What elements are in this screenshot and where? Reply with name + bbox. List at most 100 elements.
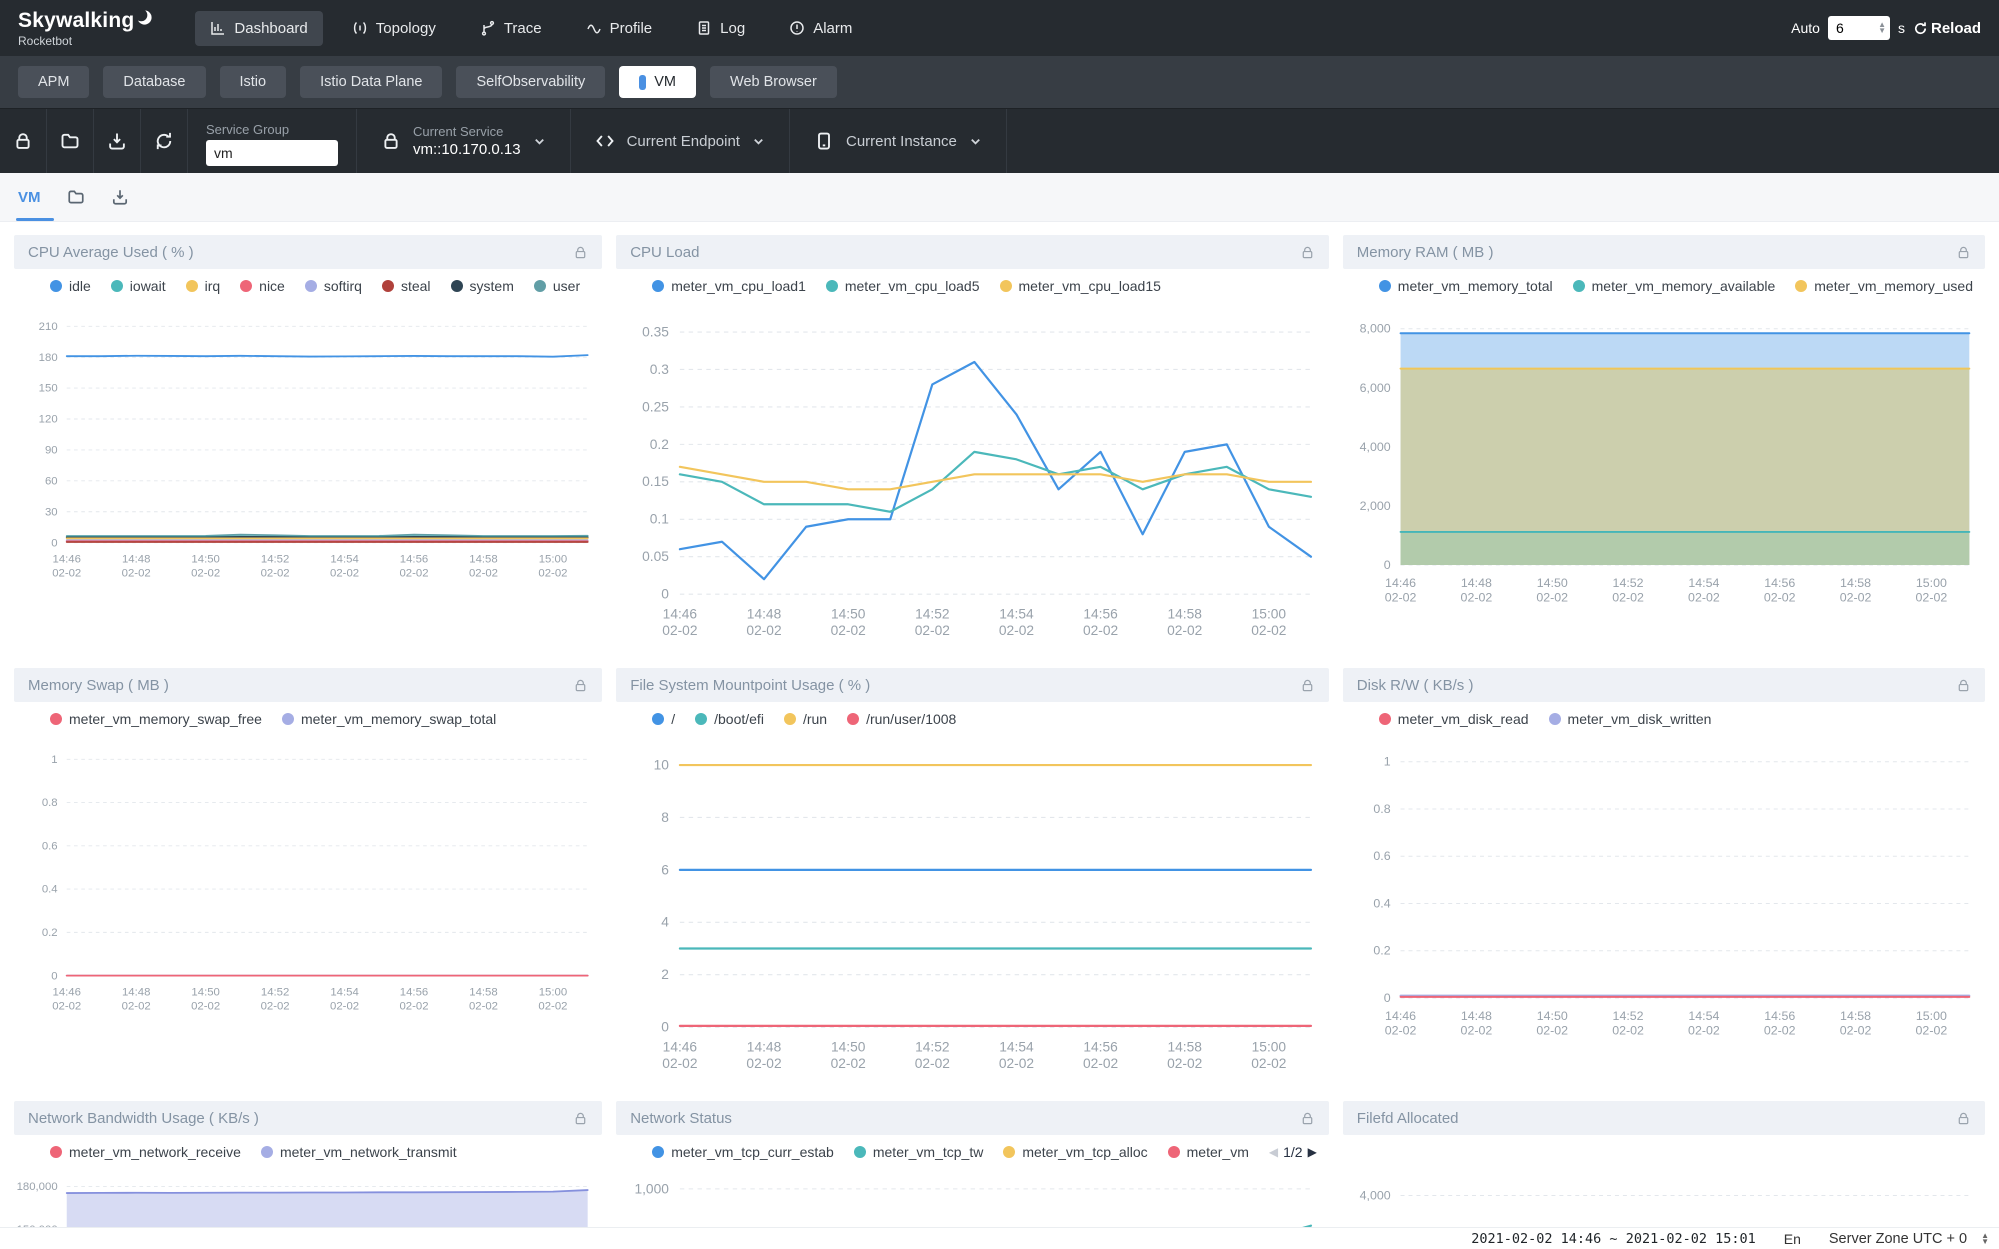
lock-icon[interactable] (573, 678, 588, 693)
legend-item-meter_vm_network_transmit[interactable]: meter_vm_network_transmit (261, 1144, 457, 1160)
workspace-tab-istio-data-plane[interactable]: Istio Data Plane (300, 66, 442, 98)
svg-text:0: 0 (51, 537, 57, 549)
legend-item-user[interactable]: user (534, 278, 580, 294)
reload-label: Reload (1931, 20, 1981, 37)
svg-text:14:46: 14:46 (663, 1039, 698, 1054)
reload-button[interactable]: Reload (1913, 20, 1981, 37)
stepper-arrows[interactable]: ▲▼ (1878, 22, 1886, 34)
legend-item-meter_vm_memory_available[interactable]: meter_vm_memory_available (1573, 278, 1776, 294)
nav-item-dashboard[interactable]: Dashboard (195, 11, 322, 46)
legend-item-meter_vm_memory_swap_free[interactable]: meter_vm_memory_swap_free (50, 711, 262, 727)
service-group-input[interactable] (206, 140, 338, 166)
auto-interval-stepper[interactable]: ▲▼ (1828, 16, 1890, 40)
folder-icon[interactable] (67, 188, 85, 206)
chart-memory-ram[interactable]: 02,0004,0006,0008,00014:4602-0214:4802-0… (1343, 299, 1985, 623)
language-toggle[interactable]: En (1784, 1231, 1801, 1247)
legend-item-meter_vm[interactable]: meter_vm (1168, 1144, 1249, 1160)
legend-next-page-icon[interactable]: ▶ (1308, 1145, 1317, 1159)
lock-icon[interactable] (1300, 245, 1315, 260)
lock-icon[interactable] (573, 1111, 588, 1126)
lock-icon[interactable] (1300, 678, 1315, 693)
svg-text:14:50: 14:50 (831, 1039, 866, 1054)
legend-item-meter_vm_network_receive[interactable]: meter_vm_network_receive (50, 1144, 241, 1160)
nav-item-profile[interactable]: Profile (571, 11, 668, 46)
legend-item-/[interactable]: / (652, 711, 675, 727)
legend-prev-page-icon[interactable]: ◀ (1269, 1145, 1278, 1159)
nav-item-topology[interactable]: Topology (337, 11, 451, 46)
chevron-down-icon (969, 135, 982, 148)
legend-item-meter_vm_disk_written[interactable]: meter_vm_disk_written (1549, 711, 1712, 727)
legend-item-meter_vm_cpu_load5[interactable]: meter_vm_cpu_load5 (826, 278, 980, 294)
legend-label: meter_vm_tcp_tw (873, 1144, 983, 1160)
chart-cpu-average-used[interactable]: 030609012015018021014:4602-0214:4802-021… (14, 299, 602, 595)
legend-item-steal[interactable]: steal (382, 278, 431, 294)
legend-item-meter_vm_tcp_curr_estab[interactable]: meter_vm_tcp_curr_estab (652, 1144, 834, 1160)
svg-text:14:46: 14:46 (1385, 1009, 1416, 1023)
log-icon (696, 20, 712, 36)
current-instance-selector[interactable]: Current Instance (790, 131, 1006, 151)
download-icon[interactable] (111, 188, 129, 206)
legend-item-system[interactable]: system (451, 278, 514, 294)
workspace-tab-web-browser[interactable]: Web Browser (710, 66, 837, 98)
legend-item-meter_vm_tcp_alloc[interactable]: meter_vm_tcp_alloc (1003, 1144, 1147, 1160)
legend-label: /run (803, 711, 827, 727)
chart-panel-header: Filefd Allocated (1343, 1101, 1985, 1135)
legend-item-meter_vm_cpu_load1[interactable]: meter_vm_cpu_load1 (652, 278, 806, 294)
workspace-tab-istio[interactable]: Istio (220, 66, 287, 98)
lock-icon[interactable] (1300, 1111, 1315, 1126)
legend-item-idle[interactable]: idle (50, 278, 91, 294)
current-endpoint-selector[interactable]: Current Endpoint (571, 131, 789, 151)
time-range[interactable]: 2021-02-02 14:46 ~ 2021-02-02 15:01 (1471, 1231, 1755, 1247)
svg-text:0.6: 0.6 (1373, 849, 1390, 863)
legend-item-meter_vm_tcp_tw[interactable]: meter_vm_tcp_tw (854, 1144, 983, 1160)
legend-item-meter_vm_memory_swap_total[interactable]: meter_vm_memory_swap_total (282, 711, 496, 727)
legend-item-meter_vm_cpu_load15[interactable]: meter_vm_cpu_load15 (1000, 278, 1161, 294)
svg-text:14:58: 14:58 (1168, 1039, 1203, 1054)
current-service-selector[interactable]: Current Service vm::10.170.0.13 (357, 124, 570, 158)
legend-label: iowait (130, 278, 166, 294)
zone-stepper[interactable]: ▲▼ (1981, 1233, 1989, 1245)
workspace-tab-database[interactable]: Database (103, 66, 205, 98)
legend-item-meter_vm_memory_used[interactable]: meter_vm_memory_used (1795, 278, 1973, 294)
app-logo[interactable]: Skywalking Rocketbot (18, 9, 153, 48)
svg-text:180: 180 (39, 352, 58, 364)
nav-item-trace[interactable]: Trace (465, 11, 557, 46)
workspace-tab-selfobservability[interactable]: SelfObservability (456, 66, 605, 98)
svg-text:14:50: 14:50 (1537, 1009, 1568, 1023)
lock-icon[interactable] (573, 245, 588, 260)
legend-item-meter_vm_memory_total[interactable]: meter_vm_memory_total (1379, 278, 1553, 294)
legend-item-/boot/efi[interactable]: /boot/efi (695, 711, 764, 727)
legend-item-softirq[interactable]: softirq (305, 278, 362, 294)
legend-item-irq[interactable]: irq (186, 278, 221, 294)
chart-filesystem-usage[interactable]: 024681014:4602-0214:4802-0214:5002-0214:… (616, 732, 1329, 1091)
workspace-tab-vm[interactable]: VM (619, 66, 696, 98)
lock-icon[interactable] (1956, 678, 1971, 693)
refresh-templates-button[interactable] (141, 131, 187, 151)
import-template-button[interactable] (47, 131, 93, 151)
legend-item-iowait[interactable]: iowait (111, 278, 166, 294)
legend-item-meter_vm_disk_read[interactable]: meter_vm_disk_read (1379, 711, 1529, 727)
auto-interval-input[interactable] (1836, 20, 1872, 36)
legend-dot (1379, 280, 1391, 292)
chart-memory-swap[interactable]: 00.20.40.60.8114:4602-0214:4802-0214:500… (14, 732, 602, 1028)
export-template-button[interactable] (94, 131, 140, 151)
legend-item-/run[interactable]: /run (784, 711, 827, 727)
svg-text:02-02: 02-02 (1460, 591, 1492, 605)
svg-text:0.8: 0.8 (1373, 802, 1390, 816)
chart-panel-header: CPU Average Used ( % ) (14, 235, 602, 269)
nav-item-log[interactable]: Log (681, 11, 760, 46)
chart-title: CPU Load (630, 244, 699, 261)
workspace-tab-apm[interactable]: APM (18, 66, 89, 98)
lock-icon[interactable] (1956, 245, 1971, 260)
tab-vm[interactable]: VM (18, 173, 41, 221)
nav-item-alarm[interactable]: Alarm (774, 11, 867, 46)
svg-text:150: 150 (39, 383, 58, 395)
lock-edit-button[interactable] (0, 131, 46, 151)
lock-icon[interactable] (1956, 1111, 1971, 1126)
chart-disk-rw[interactable]: 00.20.40.60.8114:4602-0214:4802-0214:500… (1343, 732, 1985, 1056)
legend-item-nice[interactable]: nice (240, 278, 285, 294)
legend-item-/run/user/1008[interactable]: /run/user/1008 (847, 711, 956, 727)
svg-text:4,000: 4,000 (1359, 440, 1390, 454)
chart-cpu-load[interactable]: 00.050.10.150.20.250.30.3514:4602-0214:4… (616, 299, 1329, 658)
legend-label: meter_vm_tcp_alloc (1022, 1144, 1147, 1160)
